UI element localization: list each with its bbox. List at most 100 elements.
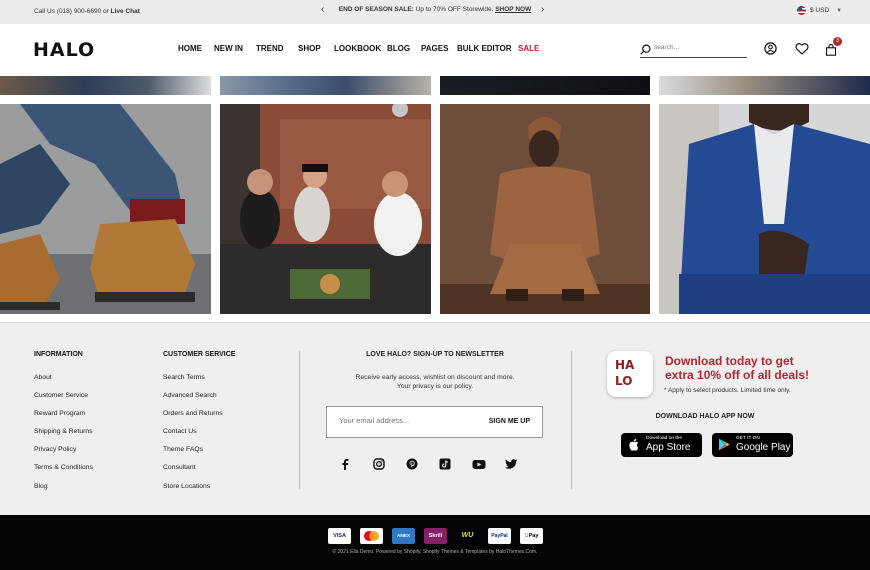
gallery-tile-top-3[interactable] <box>440 76 650 95</box>
nav-shop[interactable]: SHOP <box>298 44 334 53</box>
announcement-bar: Call Us (018) 900-6690 or Live Chat ‹ EN… <box>0 0 870 24</box>
account-icon[interactable] <box>764 42 777 55</box>
google-play-icon <box>719 438 730 451</box>
newsletter-text-line1: Receive early access, wishlist on discou… <box>355 374 515 381</box>
search-bar <box>640 42 747 58</box>
contact-text: Call Us (018) 900-6690 or <box>34 8 109 15</box>
tiktok-icon[interactable] <box>439 457 472 475</box>
visa-label: VISA <box>333 533 346 539</box>
caret-down-icon: ▼ <box>836 7 843 14</box>
footer-link-store-locations[interactable]: Store Locations <box>163 483 223 501</box>
paypal-label: PayPal <box>491 533 508 539</box>
footer-link-privacy-policy[interactable]: Privacy Policy <box>34 446 93 464</box>
contact-info: Call Us (018) 900-6690 or Live Chat <box>34 8 140 15</box>
youtube-icon[interactable] <box>472 457 505 475</box>
apple-icon <box>629 438 639 451</box>
facebook-icon[interactable] <box>340 457 373 475</box>
newsletter-form: SIGN ME UP <box>326 406 543 438</box>
sweater-photo <box>440 104 650 314</box>
customer-service-title: CUSTOMER SERVICE <box>163 351 236 358</box>
customer-service-links: Search Terms Advanced Search Orders and … <box>163 374 223 501</box>
skrill-icon: Skrill <box>424 528 447 544</box>
gallery-tile-top-2[interactable] <box>220 76 431 95</box>
currency-selector[interactable]: $ USD ▼ <box>797 6 842 15</box>
skrill-label: Skrill <box>428 533 443 539</box>
gallery-image-blazer[interactable] <box>659 104 870 314</box>
nav-new-in[interactable]: NEW IN <box>214 44 256 53</box>
halo-app-logo: HA LO <box>607 351 653 397</box>
app-promo-note: * Apply to select products. Limited time… <box>664 387 791 394</box>
cart-button[interactable]: 3 <box>825 37 842 56</box>
search-icon[interactable] <box>640 44 651 55</box>
footer-link-terms[interactable]: Terms & Conditions <box>34 464 93 482</box>
us-flag-icon <box>797 6 806 15</box>
newsletter-text: Receive early access, wishlist on discou… <box>300 374 570 391</box>
information-title: INFORMATION <box>34 351 83 358</box>
gallery-image-boots[interactable] <box>0 104 211 314</box>
nav-trend[interactable]: TREND <box>256 44 298 53</box>
nav-blog[interactable]: BLOG <box>387 44 421 53</box>
nav-lookbook[interactable]: LOOKBOOK <box>334 44 387 53</box>
google-play-label: Google Play <box>736 442 791 453</box>
footer-link-search-terms[interactable]: Search Terms <box>163 374 223 392</box>
chevron-right-icon[interactable]: › <box>541 5 544 15</box>
footer-link-customer-service[interactable]: Customer Service <box>34 392 93 410</box>
nav-home[interactable]: HOME <box>178 44 214 53</box>
footer-link-reward-program[interactable]: Reward Program <box>34 410 93 428</box>
app-promo-line1: Download today to get <box>665 354 794 368</box>
pinterest-icon[interactable] <box>406 457 439 475</box>
western-union-icon: WU <box>456 528 479 544</box>
promo-title: END OF SEASON SALE: <box>338 6 414 13</box>
friends-photo <box>220 104 431 314</box>
western-union-label: WU <box>461 532 474 539</box>
amex-label: AMEX <box>396 533 410 538</box>
shop-now-link[interactable]: SHOP NOW <box>495 6 531 13</box>
gallery-tile-top-1[interactable] <box>0 76 211 95</box>
mastercard-circles-icon <box>364 531 379 541</box>
currency-label: $ USD <box>810 7 830 14</box>
mastercard-icon <box>360 528 383 544</box>
footer-link-orders-returns[interactable]: Orders and Returns <box>163 410 223 428</box>
search-input[interactable] <box>654 44 744 51</box>
blazer-photo <box>659 104 870 314</box>
footer-link-blog[interactable]: Blog <box>34 483 93 501</box>
social-links <box>340 457 538 475</box>
gallery-image-sweater[interactable] <box>440 104 650 314</box>
nav-pages[interactable]: PAGES <box>421 44 457 53</box>
promo-text: Up to 70% OFF Storewide. <box>415 6 494 13</box>
site-logo[interactable]: HALO <box>33 39 95 61</box>
google-play-button[interactable]: GET IT ON Google Play <box>712 433 793 457</box>
nav-sale[interactable]: SALE <box>518 44 539 53</box>
google-play-small: GET IT ON <box>736 436 760 441</box>
twitter-icon[interactable] <box>505 457 538 475</box>
download-app-title: DOWNLOAD HALO APP NOW <box>655 413 755 420</box>
promo-message: END OF SEASON SALE: Up to 70% OFF Storew… <box>320 6 550 13</box>
footer-link-theme-faqs[interactable]: Theme FAQs <box>163 446 223 464</box>
footer-link-about[interactable]: About <box>34 374 93 392</box>
main-nav: HOME NEW IN TREND SHOP LOOKBOOK BLOG PAG… <box>178 44 539 53</box>
app-store-button[interactable]: Download on the App Store <box>621 433 702 457</box>
apple-pay-label: Pay <box>526 533 539 539</box>
wishlist-heart-icon[interactable] <box>795 43 809 55</box>
gallery-tile-top-4[interactable] <box>659 76 870 95</box>
visa-icon: VISA <box>328 528 351 544</box>
footer-link-shipping-returns[interactable]: Shipping & Returns <box>34 428 93 446</box>
boots-photo <box>0 104 211 314</box>
paypal-icon: PayPal <box>488 528 511 544</box>
gallery-image-friends[interactable] <box>220 104 431 314</box>
footer-divider <box>299 351 300 489</box>
footer-link-consultant[interactable]: Consultant <box>163 464 223 482</box>
app-promo-line2: extra 10% off of all deals! <box>665 368 810 382</box>
newsletter-email-input[interactable] <box>339 416 479 425</box>
sign-me-up-button[interactable]: SIGN ME UP <box>489 418 530 425</box>
live-chat-link[interactable]: Live Chat <box>111 8 140 15</box>
footer-link-contact-us[interactable]: Contact Us <box>163 428 223 446</box>
footer-link-advanced-search[interactable]: Advanced Search <box>163 392 223 410</box>
bottom-bar: VISA AMEX Skrill WU PayPal Pay © 2021 E… <box>0 515 870 570</box>
cart-count-badge: 3 <box>833 37 842 46</box>
instagram-icon[interactable] <box>373 457 406 475</box>
site-header: HALO HOME NEW IN TREND SHOP LOOKBOOK BLO… <box>0 24 870 76</box>
nav-bulk-editor[interactable]: BULK EDITOR <box>457 44 518 53</box>
app-promo-headline: Download today to get extra 10% off of a… <box>665 354 825 382</box>
newsletter-text-line2: Your privacy is our policy. <box>396 382 474 390</box>
